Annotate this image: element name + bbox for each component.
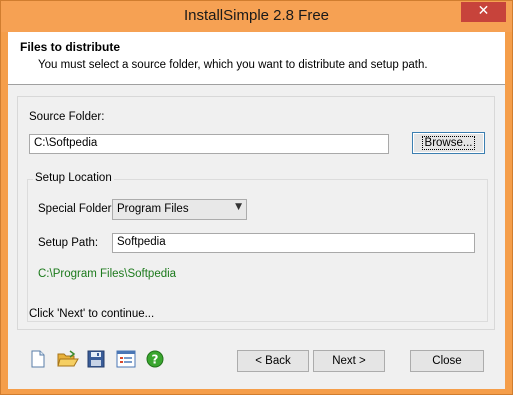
- wizard-header: Files to distribute You must select a so…: [8, 32, 505, 85]
- open-folder-icon[interactable]: [57, 350, 79, 368]
- source-folder-input[interactable]: C:\Softpedia: [29, 134, 389, 154]
- browse-button[interactable]: Browse...: [412, 132, 485, 154]
- back-button[interactable]: < Back: [237, 350, 309, 372]
- app-window: InstallSimple 2.8 Free ✕ Files to distri…: [0, 0, 513, 395]
- setup-location-label: Setup Location: [33, 172, 114, 184]
- page-title: Files to distribute: [20, 40, 121, 54]
- special-folder-dropdown[interactable]: Program Files ▼: [112, 199, 247, 220]
- close-button[interactable]: Close: [410, 350, 484, 372]
- source-folder-label: Source Folder:: [29, 111, 105, 123]
- new-document-icon[interactable]: [29, 350, 47, 368]
- continue-hint: Click 'Next' to continue...: [29, 308, 155, 320]
- settings-list-icon[interactable]: [116, 350, 136, 368]
- save-disk-icon[interactable]: [87, 350, 105, 368]
- browse-button-label: Browse...: [421, 136, 476, 150]
- svg-text:?: ?: [152, 353, 159, 367]
- title-bar[interactable]: InstallSimple 2.8 Free ✕: [1, 1, 512, 32]
- dialog-client: Files to distribute You must select a so…: [8, 32, 505, 389]
- setup-path-label: Setup Path:: [38, 237, 99, 249]
- special-folder-value: Program Files: [117, 203, 189, 215]
- special-folder-label: Special Folder:: [38, 203, 115, 215]
- next-button[interactable]: Next >: [313, 350, 385, 372]
- resulting-path-text: C:\Program Files\Softpedia: [38, 268, 177, 280]
- setup-path-input[interactable]: Softpedia: [112, 233, 475, 253]
- help-icon[interactable]: ?: [146, 350, 164, 368]
- window-close-button[interactable]: ✕: [461, 2, 506, 22]
- settings-panel: Source Folder: C:\Softpedia Browse... Se…: [17, 96, 495, 330]
- chevron-down-icon: ▼: [235, 202, 242, 212]
- page-subtitle: You must select a source folder, which y…: [38, 59, 428, 71]
- window-title: InstallSimple 2.8 Free: [183, 7, 330, 24]
- setup-location-group: Setup Location Special Folder: Program F…: [27, 172, 488, 322]
